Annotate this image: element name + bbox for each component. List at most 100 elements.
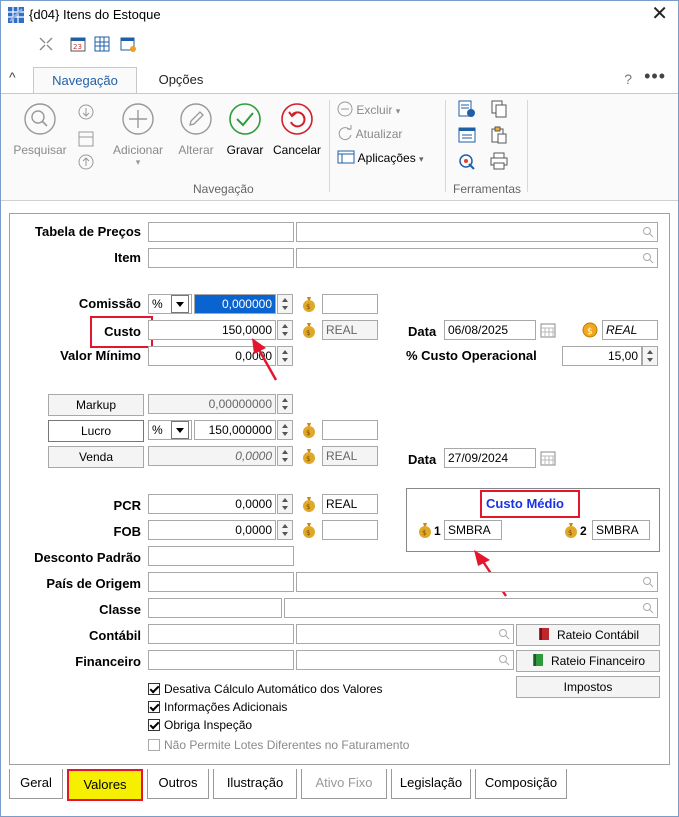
checkbox-box[interactable]	[148, 701, 160, 713]
profit-button[interactable]: Lucro	[48, 420, 144, 442]
financial-description-input[interactable]	[296, 650, 514, 670]
fob-input[interactable]: 0,0000	[148, 520, 276, 540]
sale-input[interactable]: 0,0000	[148, 446, 276, 466]
origin-country-description-input[interactable]	[296, 572, 658, 592]
class-description-input[interactable]	[284, 598, 658, 618]
money-bag-icon[interactable]: $	[302, 522, 316, 538]
money-bag-icon[interactable]: $	[302, 296, 316, 312]
average-cost-input-1[interactable]: SMBRA	[444, 520, 502, 540]
calendar-icon[interactable]	[540, 322, 556, 338]
fob-spinner[interactable]	[277, 520, 293, 540]
search-icon[interactable]	[642, 602, 654, 614]
money-bag-icon[interactable]: $	[564, 522, 578, 538]
delete-button[interactable]: Excluir ▾	[337, 100, 400, 120]
item-code-input[interactable]	[148, 248, 294, 268]
add-button[interactable]: Adicionar ▾	[105, 102, 171, 168]
magic-wand-icon[interactable]	[457, 152, 477, 170]
search-icon[interactable]	[642, 252, 654, 264]
fob-currency-input[interactable]	[322, 520, 378, 540]
ribbon-collapse-chevron-icon[interactable]: ^	[9, 69, 16, 85]
price-table-code-input[interactable]	[148, 222, 294, 242]
profit-value-input[interactable]: 150,000000	[194, 420, 276, 440]
applications-button[interactable]: Aplicações ▾	[337, 148, 424, 168]
default-discount-input[interactable]	[148, 546, 294, 566]
collapse-arrows-icon[interactable]	[37, 35, 55, 53]
checkbox-additional-info[interactable]: Informações Adicionais	[148, 700, 287, 714]
tab-outros[interactable]: Outros	[147, 769, 209, 799]
nav-arrows-icon[interactable]	[77, 102, 95, 182]
tab-opcoes[interactable]: Opções	[151, 67, 211, 94]
window-new-icon[interactable]	[119, 35, 137, 53]
markup-input[interactable]: 0,00000000	[148, 394, 276, 414]
cancel-button[interactable]: Cancelar	[269, 102, 325, 157]
commission-currency-input[interactable]	[322, 294, 378, 314]
cost-date-input[interactable]: 06/08/2025	[444, 320, 536, 340]
chevron-down-icon[interactable]	[171, 421, 189, 439]
checkbox-box[interactable]	[148, 719, 160, 731]
list-window-icon[interactable]	[457, 126, 477, 144]
close-button[interactable]: ✕	[651, 3, 668, 25]
average-cost-input-2[interactable]: SMBRA	[592, 520, 650, 540]
tab-legislacao[interactable]: Legislação	[391, 769, 471, 799]
operational-cost-input[interactable]: 15,00	[562, 346, 642, 366]
markup-spinner[interactable]	[277, 394, 293, 414]
search-button[interactable]: Pesquisar	[9, 102, 71, 157]
financial-apportionment-button[interactable]: Rateio Financeiro	[516, 650, 660, 672]
search-icon[interactable]	[498, 654, 510, 666]
coin-icon[interactable]: $	[582, 322, 598, 338]
sale-button[interactable]: Venda	[48, 446, 144, 468]
save-button[interactable]: Gravar	[223, 102, 267, 157]
money-bag-icon[interactable]: $	[302, 448, 316, 464]
price-table-description-input[interactable]	[296, 222, 658, 242]
paste-icon[interactable]	[489, 126, 509, 144]
profit-currency-input[interactable]	[322, 420, 378, 440]
tab-geral[interactable]: Geral	[9, 769, 63, 799]
accounting-description-input[interactable]	[296, 624, 514, 644]
money-bag-icon[interactable]: $	[302, 322, 316, 338]
grid-table-icon[interactable]	[93, 35, 111, 53]
item-description-input[interactable]	[296, 248, 658, 268]
accounting-code-input[interactable]	[148, 624, 294, 644]
pcr-input[interactable]: 0,0000	[148, 494, 276, 514]
calendar-icon[interactable]	[540, 450, 556, 466]
copy-icon[interactable]	[489, 100, 509, 118]
commission-spinner[interactable]	[277, 294, 293, 314]
origin-country-code-input[interactable]	[148, 572, 294, 592]
cost-spinner[interactable]	[277, 320, 293, 340]
more-options-icon[interactable]: •••	[644, 66, 666, 87]
edit-button[interactable]: Alterar	[173, 102, 219, 157]
sale-currency-input[interactable]: REAL	[322, 446, 378, 466]
cost-currency-input[interactable]: REAL	[322, 320, 378, 340]
pcr-spinner[interactable]	[277, 494, 293, 514]
operational-cost-spinner[interactable]	[642, 346, 658, 366]
calendar-icon[interactable]: 23	[69, 35, 87, 53]
sale-spinner[interactable]	[277, 446, 293, 466]
report-info-icon[interactable]	[457, 100, 477, 118]
financial-code-input[interactable]	[148, 650, 294, 670]
class-code-input[interactable]	[148, 598, 282, 618]
tab-ilustracao[interactable]: Ilustração	[213, 769, 297, 799]
search-icon[interactable]	[642, 576, 654, 588]
search-icon[interactable]	[642, 226, 654, 238]
markup-button[interactable]: Markup	[48, 394, 144, 416]
money-bag-icon[interactable]: $	[302, 496, 316, 512]
checkbox-no-different-lots[interactable]: Não Permite Lotes Diferentes no Faturame…	[148, 738, 409, 752]
refresh-button[interactable]: Atualizar	[337, 124, 402, 144]
profit-spinner[interactable]	[277, 420, 293, 440]
search-icon[interactable]	[498, 628, 510, 640]
checkbox-box[interactable]	[148, 739, 160, 751]
printer-icon[interactable]	[489, 152, 509, 170]
cost-date-currency-input[interactable]: REAL	[602, 320, 658, 340]
commission-value-input[interactable]: 0,000000	[194, 294, 276, 314]
tab-composicao[interactable]: Composição	[475, 769, 567, 799]
cost-input[interactable]: 150,0000	[148, 320, 276, 340]
sale-date-input[interactable]: 27/09/2024	[444, 448, 536, 468]
tab-ativo-fixo[interactable]: Ativo Fixo	[301, 769, 387, 799]
tab-valores[interactable]: Valores	[67, 769, 143, 801]
money-bag-icon[interactable]: $	[302, 422, 316, 438]
money-bag-icon[interactable]: $	[418, 522, 432, 538]
pcr-currency-input[interactable]: REAL	[322, 494, 378, 514]
taxes-button[interactable]: Impostos	[516, 676, 660, 698]
tab-navegacao[interactable]: Navegação	[33, 67, 137, 94]
chevron-down-icon[interactable]	[171, 295, 189, 313]
